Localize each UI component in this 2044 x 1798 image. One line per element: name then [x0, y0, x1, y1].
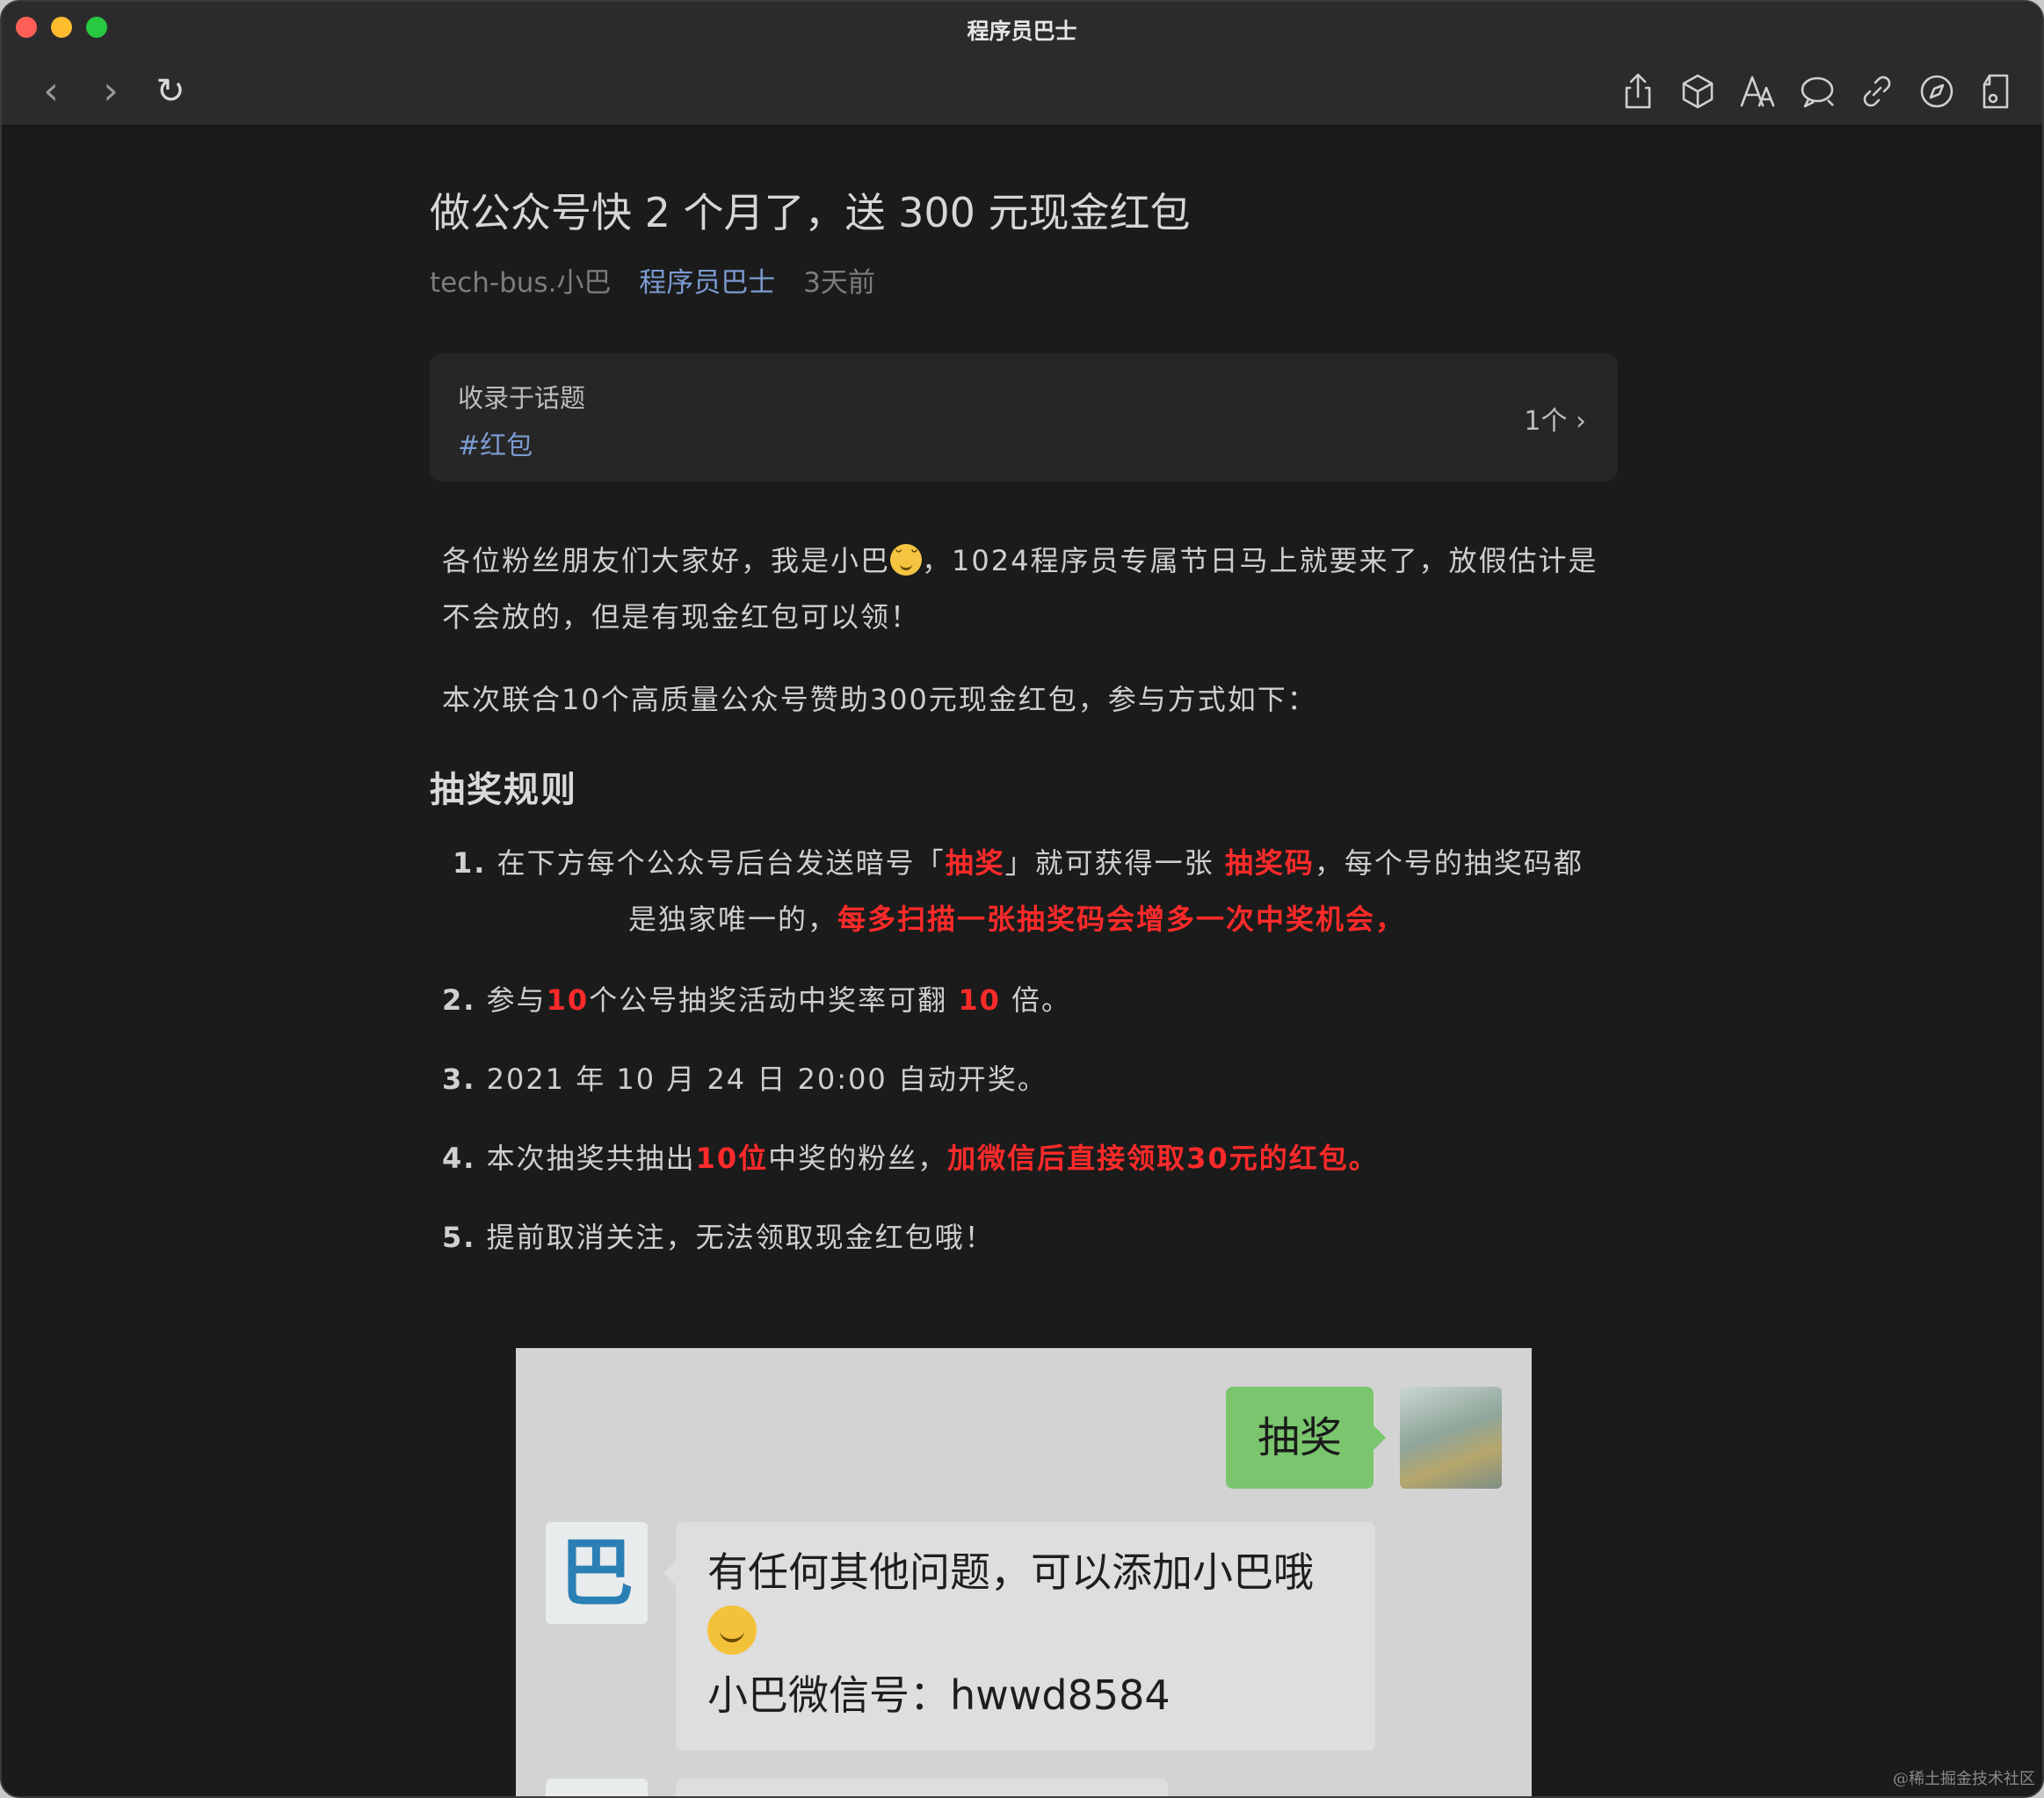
chat-screenshot-image: 抽奖 巴 有任何其他问题，可以添加小巴哦 小巴微信号：hwwd8584 [516, 1348, 1532, 1796]
rule-text: 参与 [475, 983, 547, 1017]
topic-tag-link[interactable]: #红包 [458, 424, 533, 462]
rule-text: 是独家唯一的， [628, 903, 838, 936]
rule-text: ，每个号的抽奖码都 [1314, 846, 1584, 880]
reply-line: 小巴微信号：hwwd8584 [707, 1671, 1171, 1719]
rule-highlight: 抽奖码 [1224, 846, 1315, 880]
rule-item-1: 1. 在下方每个公众号后台发送暗号「抽奖」就可获得一张 抽奖码，每个号的抽奖码都 [453, 835, 1584, 891]
rule-highlight: 10 [958, 983, 1001, 1017]
share-icon[interactable] [1617, 70, 1659, 112]
topic-label: 收录于话题 [458, 383, 586, 413]
sponsor-paragraph: 本次联合10个高质量公众号赞助300元现金红包，参与方式如下： [442, 683, 1317, 716]
window-title: 程序员巴士 [967, 18, 1077, 44]
article-title: 做公众号快 2 个月了，送 300 元现金红包 [430, 189, 1191, 236]
article-author: tech-bus.小巴 [430, 267, 612, 299]
rule-text: 中奖的粉丝， [768, 1142, 948, 1175]
rule-item-4: 4. 本次抽奖共抽出10位中奖的粉丝，加微信后直接领取30元的红包。 [442, 1130, 1379, 1186]
next-avatar-partial [546, 1779, 648, 1796]
rule-highlight: 抽奖 [945, 846, 1005, 880]
bot-avatar: 巴 [546, 1522, 648, 1624]
rule-text: 倍。 [1000, 983, 1072, 1017]
blush-emoji-icon [890, 532, 923, 588]
box-icon[interactable] [1677, 70, 1719, 112]
article-meta: tech-bus.小巴 程序员巴士 3天前 [430, 260, 875, 300]
rules-heading: 抽奖规则 [430, 770, 577, 810]
reply-line: 有任何其他问题，可以添加小巴哦 [707, 1548, 1314, 1596]
title-bar: 程序员巴士 ‹ › ↻ [2, 2, 2042, 127]
back-button[interactable]: ‹ [28, 69, 74, 114]
account-link[interactable]: 程序员巴士 [639, 267, 775, 299]
article-view: 做公众号快 2 个月了，送 300 元现金红包 tech-bus.小巴 程序员巴… [2, 127, 2042, 1796]
rule-highlight: 10 [546, 983, 590, 1017]
rule-number: 5. [442, 1221, 476, 1254]
rule-item-2: 2. 参与10个公号抽奖活动中奖率可翻 10 倍。 [442, 972, 1071, 1028]
next-bubble-partial [676, 1779, 1168, 1796]
sent-message-bubble: 抽奖 [1226, 1387, 1386, 1489]
link-icon[interactable] [1856, 70, 1898, 112]
forward-button[interactable]: › [88, 69, 134, 114]
topic-collection[interactable]: 收录于话题 #红包 1个 › [430, 353, 1618, 482]
note-icon[interactable] [1975, 70, 2018, 112]
rule-highlight: 每多扫描一张抽奖码会增多一次中奖机会， [837, 903, 1406, 936]
article-time: 3天前 [803, 267, 875, 299]
rule-text: 提前取消关注，无法领取现金红包哦！ [475, 1221, 995, 1254]
reload-button[interactable]: ↻ [148, 69, 193, 114]
intro-paragraph: 各位粉丝朋友们大家好，我是小巴，1024程序员专属节日马上就要来了，放假估计是不… [442, 532, 1620, 645]
compass-icon[interactable] [1916, 70, 1958, 112]
user-avatar [1400, 1387, 1502, 1489]
rule-highlight: 10位 [695, 1142, 769, 1175]
font-size-icon[interactable] [1736, 70, 1779, 112]
intro-text-start: 各位粉丝朋友们大家好，我是小巴 [442, 544, 891, 577]
rule-number: 1. [453, 846, 487, 880]
watermark: @稀土掘金技术社区 [1893, 1770, 2035, 1788]
reply-message-bubble: 有任何其他问题，可以添加小巴哦 小巴微信号：hwwd8584 [663, 1522, 1375, 1751]
browser-window: 程序员巴士 ‹ › ↻ 做公众号快 2 个月了，送 300 元现金红包 tech… [0, 0, 2044, 1798]
reply-emoji-row [707, 1603, 1344, 1664]
rule-item-3: 3. 2021 年 10 月 24 日 20:00 自动开奖。 [442, 1051, 1047, 1107]
rule-highlight: 加微信后直接领取30元的红包。 [947, 1142, 1379, 1175]
rule-number: 4. [442, 1142, 476, 1175]
topic-count[interactable]: 1个 › [1524, 399, 1586, 438]
rule-text: 」就可获得一张 [1004, 846, 1225, 880]
comment-icon[interactable] [1796, 70, 1838, 112]
rule-item-1-continued: 是独家唯一的，每多扫描一张抽奖码会增多一次中奖机会， [628, 891, 1405, 947]
smile-emoji-icon [707, 1606, 757, 1655]
rule-item-5: 5. 提前取消关注，无法领取现金红包哦！ [442, 1209, 995, 1265]
rule-text: 2021 年 10 月 24 日 20:00 自动开奖。 [475, 1062, 1047, 1096]
rule-text: 在下方每个公众号后台发送暗号「 [486, 846, 946, 880]
rule-number: 2. [442, 983, 476, 1017]
rule-text: 个公号抽奖活动中奖率可翻 [589, 983, 959, 1017]
rule-number: 3. [442, 1062, 476, 1096]
rule-text: 本次抽奖共抽出 [475, 1142, 696, 1175]
